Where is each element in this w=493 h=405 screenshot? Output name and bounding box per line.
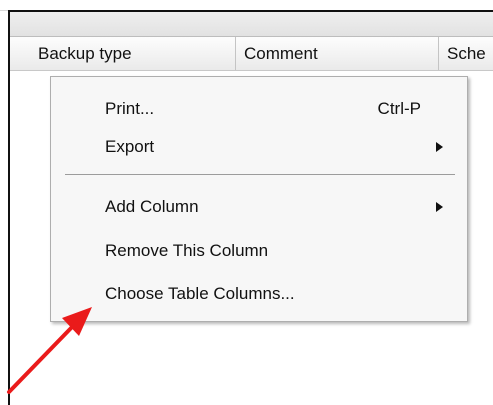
menu-item-print[interactable]: Print... Ctrl-P xyxy=(51,92,467,126)
menu-item-choose-table-columns[interactable]: Choose Table Columns... xyxy=(51,277,467,311)
menu-item-print-label: Print... xyxy=(105,99,155,118)
menu-item-export[interactable]: Export xyxy=(51,130,467,164)
column-header-comment[interactable]: Comment xyxy=(236,37,439,70)
menu-item-print-shortcut: Ctrl-P xyxy=(377,99,421,118)
menu-item-remove-column-label: Remove This Column xyxy=(105,241,269,260)
table-header-row: Backup type Comment Sche xyxy=(10,37,493,71)
menu-item-add-column[interactable]: Add Column xyxy=(51,190,467,224)
submenu-arrow-icon xyxy=(436,202,443,212)
context-menu: Print... Ctrl-P Export Add Column Remove… xyxy=(50,76,468,322)
menu-item-add-column-label: Add Column xyxy=(105,197,199,216)
column-header-backup-type[interactable]: Backup type xyxy=(30,37,236,70)
menu-item-export-label: Export xyxy=(105,137,155,156)
column-header-schedule[interactable]: Sche xyxy=(439,37,493,70)
menu-item-remove-column[interactable]: Remove This Column xyxy=(51,234,467,268)
menu-separator xyxy=(65,174,455,175)
menu-item-choose-table-columns-label: Choose Table Columns... xyxy=(105,284,295,303)
submenu-arrow-icon xyxy=(436,142,443,152)
screenshot-stage: Backup type Comment Sche Print... Ctrl-P… xyxy=(0,0,493,405)
table-toolbar-band xyxy=(10,12,493,37)
